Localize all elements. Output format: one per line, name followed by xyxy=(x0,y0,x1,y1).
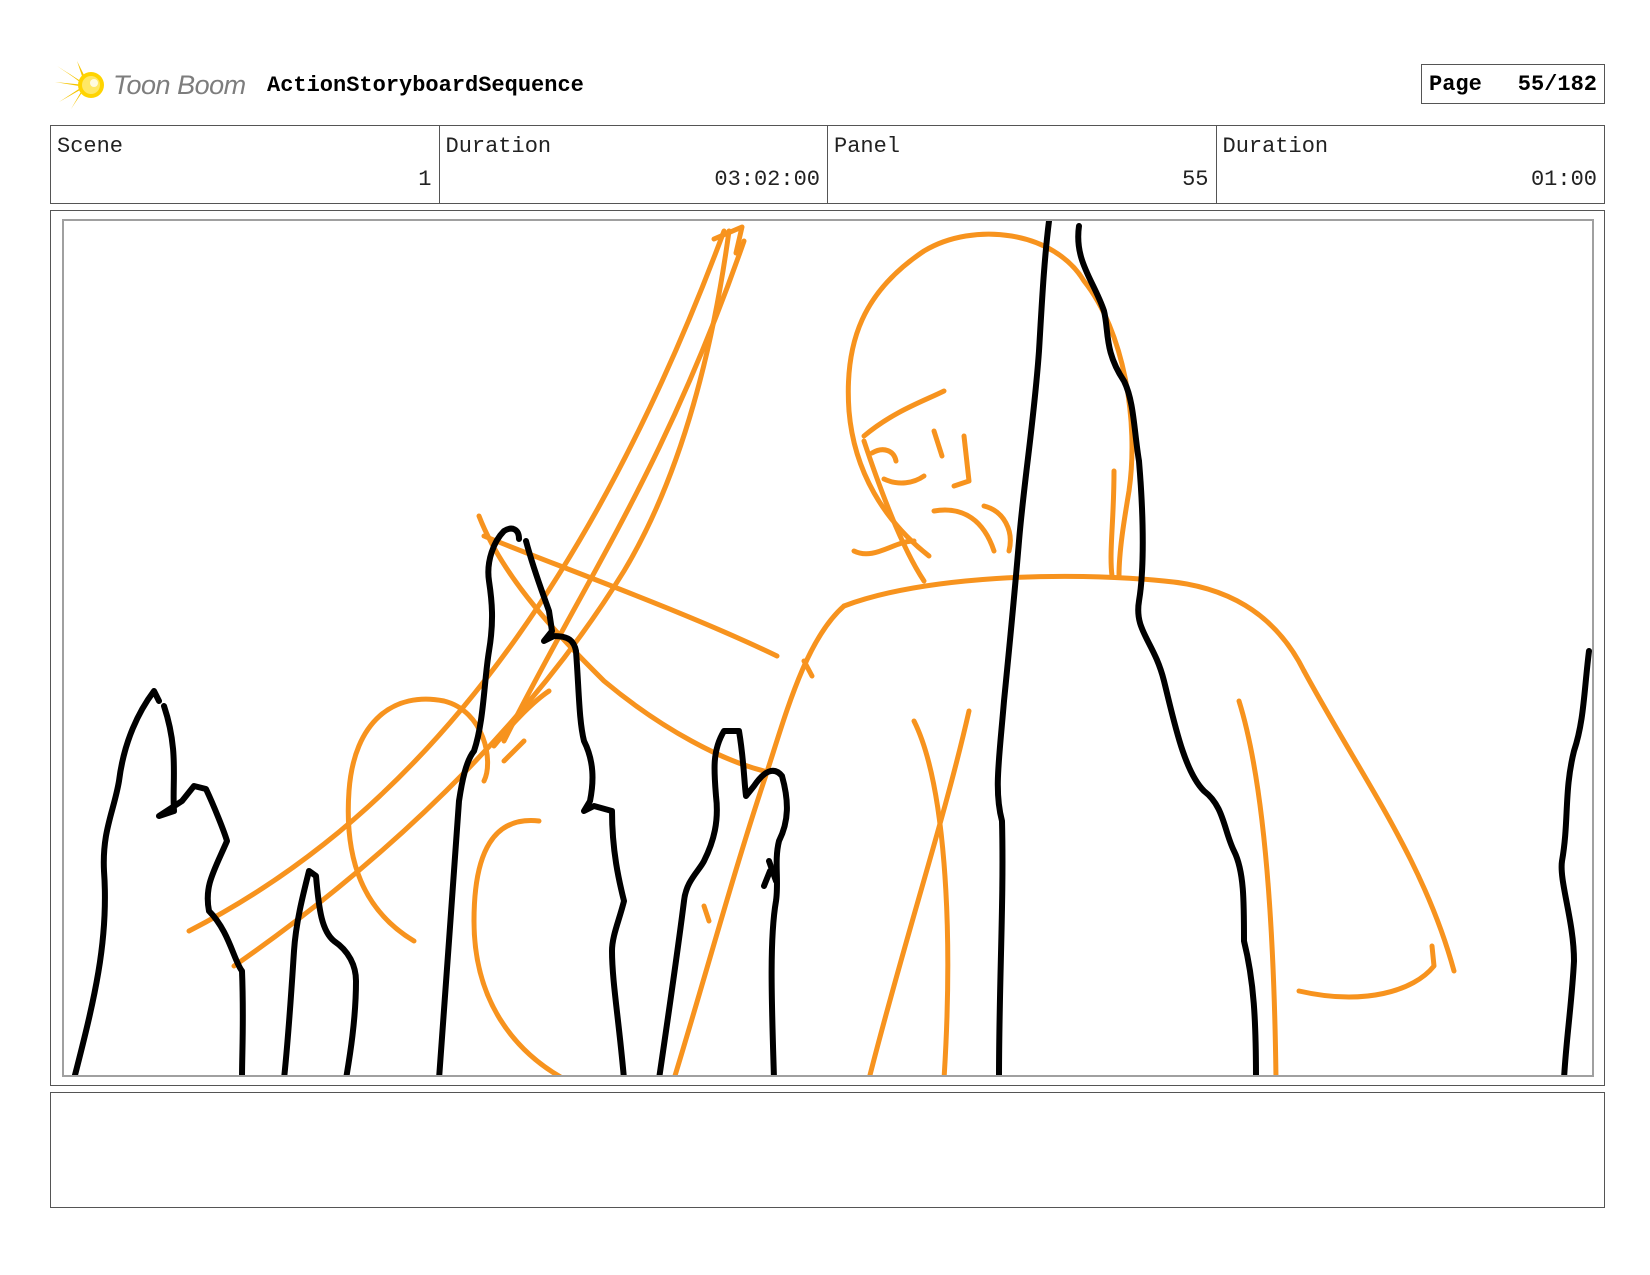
reed-2 xyxy=(281,868,359,1075)
scene-cell: Scene 1 xyxy=(51,126,440,203)
panel-info-row: Scene 1 Duration 03:02:00 Panel 55 Durat… xyxy=(50,125,1605,204)
panel-duration-label: Duration xyxy=(1222,134,1329,159)
page-indicator: Page 55/182 xyxy=(1421,64,1605,104)
sketch-back xyxy=(1301,668,1457,974)
reed-4 xyxy=(656,728,790,1075)
panel-cell: Panel 55 xyxy=(828,126,1217,203)
scene-duration-value: 03:02:00 xyxy=(714,167,820,192)
sketch-elbow-line xyxy=(1108,468,1117,579)
sketch-knuckles xyxy=(491,688,552,764)
ink-foreground-layer xyxy=(71,221,1592,1075)
panel-sketch xyxy=(71,221,1592,1075)
sketch-nose xyxy=(931,428,972,489)
scene-value: 1 xyxy=(418,167,432,192)
reed-3-branch xyxy=(523,538,627,1075)
scene-duration-cell: Duration 03:02:00 xyxy=(440,126,828,203)
project-title: ActionStoryboardSequence xyxy=(267,73,584,98)
sketch-beard xyxy=(931,503,1013,554)
panel-notes-box[interactable] xyxy=(50,1092,1605,1208)
sketch-hand-right xyxy=(1296,943,1437,1000)
reed-1 xyxy=(71,688,162,1075)
storyboard-panel-image xyxy=(62,219,1594,1077)
scene-duration-label: Duration xyxy=(445,134,552,159)
sketch-brow xyxy=(861,388,947,439)
reed-5-tall xyxy=(994,221,1052,1075)
sketch-eye xyxy=(869,447,899,464)
reed-3 xyxy=(436,525,522,1075)
page-header: Toon Boom ActionStoryboardSequence Page … xyxy=(50,56,1605,112)
reed-1-branch xyxy=(156,703,246,1075)
sketch-shoulders xyxy=(841,573,1307,674)
logo-text: Toon Boom xyxy=(113,70,246,100)
scene-label: Scene xyxy=(57,134,124,159)
toon-boom-logo: Toon Boom xyxy=(55,60,250,110)
panel-duration-value: 01:00 xyxy=(1530,167,1597,192)
panel-value: 55 xyxy=(1182,167,1209,192)
sketch-torso-x2 xyxy=(867,708,972,1075)
storyboard-panel-frame xyxy=(50,210,1605,1086)
sketch-hand-lower xyxy=(471,818,563,1075)
reed-6-tall xyxy=(1075,223,1259,1075)
orange-sketch-layer xyxy=(186,224,1457,1075)
sketch-head xyxy=(845,231,1135,579)
page-value: 55/182 xyxy=(1517,71,1597,97)
sketch-arm-front xyxy=(672,603,847,1075)
reed-7-right xyxy=(1558,648,1592,1075)
starburst-icon xyxy=(55,61,104,109)
sketch-bowstring xyxy=(501,238,747,744)
sketch-small-mark xyxy=(701,658,815,924)
panel-label: Panel xyxy=(834,134,901,159)
sketch-mouth xyxy=(881,473,927,486)
page-label: Page xyxy=(1429,71,1482,97)
panel-duration-cell: Duration 01:00 xyxy=(1217,126,1605,203)
